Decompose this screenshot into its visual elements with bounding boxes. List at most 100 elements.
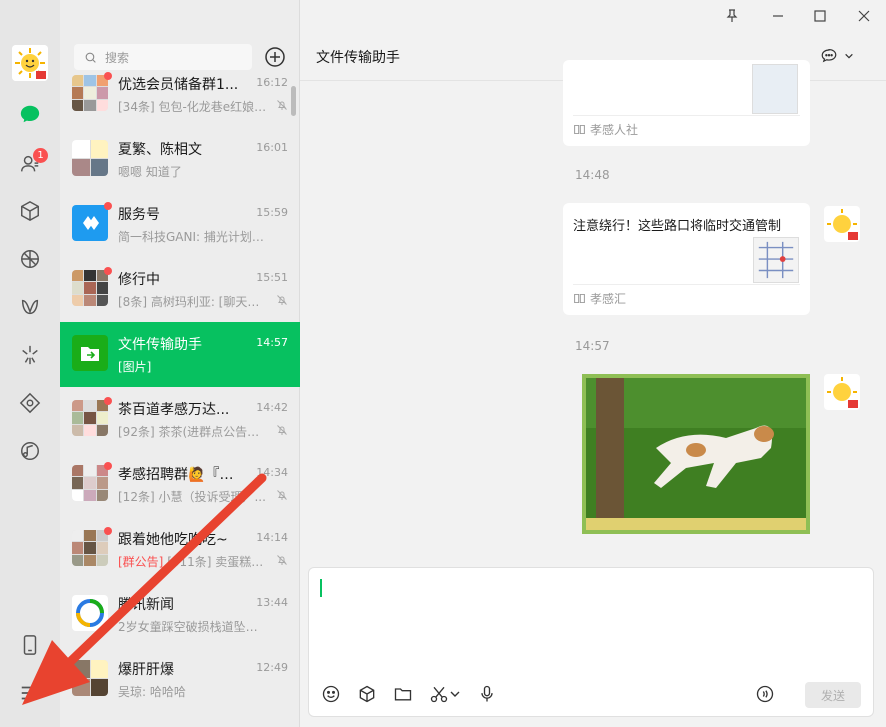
- unread-dot: [104, 267, 112, 275]
- unread-dot: [104, 397, 112, 405]
- my-avatar-small[interactable]: [824, 374, 860, 410]
- mini-programs-icon[interactable]: [15, 388, 45, 418]
- voice-call-icon[interactable]: [755, 684, 775, 704]
- conversation-items: 优选会员储备群1... 16:12 [34条] 包包-化龙巷e红娘: [... …: [60, 70, 300, 727]
- preview-rest: [511条] 卖蛋糕的...: [163, 555, 268, 569]
- list-item[interactable]: 优选会员储备群1... 16:12 [34条] 包包-化龙巷e红娘: [...: [60, 70, 300, 127]
- article-card[interactable]: 注意绕行！这些路口将临时交通管制 孝感汇: [563, 203, 810, 315]
- conversation-preview: [34条] 包包-化龙巷e红娘: [...: [118, 100, 268, 114]
- conversation-time: 12:49: [256, 661, 288, 674]
- conversation-preview: 吴琼: 哈哈哈: [118, 685, 186, 699]
- card-divider: [573, 284, 800, 285]
- conversation-preview: [8条] 高树玛利亚: [聊天记...: [118, 295, 268, 309]
- unread-dot: [104, 527, 112, 535]
- conversation-time: 14:34: [256, 466, 288, 479]
- search-placeholder: 搜索: [105, 50, 130, 65]
- list-item[interactable]: 爆肝肝爆 12:49 吴琼: 哈哈哈: [60, 647, 300, 712]
- music-icon[interactable]: [15, 436, 45, 466]
- chats-icon[interactable]: [15, 99, 45, 129]
- list-item[interactable]: 孝感招聘群🙋『掌... 14:34 [12条] 小慧（投诉受理）...: [60, 452, 300, 517]
- my-avatar-small[interactable]: [824, 206, 860, 242]
- article-source-name: 孝感人社: [590, 123, 639, 137]
- scissors-icon[interactable]: [429, 684, 449, 704]
- list-item-active[interactable]: 文件传输助手 14:57 [图片]: [60, 322, 300, 387]
- conversation-name: 服务号: [118, 207, 160, 223]
- conversation-name: 孝感招聘群🙋『掌...: [118, 467, 243, 483]
- pin-icon[interactable]: [724, 8, 740, 24]
- moments-icon[interactable]: [15, 244, 45, 274]
- search-icon: [85, 52, 96, 63]
- menu-dot: [38, 680, 46, 688]
- unread-dot: [104, 202, 112, 210]
- unread-dot: [104, 72, 112, 80]
- file-transfer-avatar: [72, 335, 108, 371]
- group-avatar: [72, 660, 108, 696]
- sent-image[interactable]: [582, 374, 810, 534]
- article-card[interactable]: 孝感人社: [563, 60, 810, 146]
- conversation-name: 文件传输助手: [118, 337, 202, 353]
- mute-icon: [277, 295, 287, 305]
- conversation-preview: [图片]: [118, 360, 152, 374]
- chevron-down-icon[interactable]: [449, 684, 461, 704]
- conversation-preview: 简一科技GANI: 捕光计划第二...: [118, 230, 268, 244]
- add-icon[interactable]: [263, 45, 287, 69]
- channels-icon[interactable]: [15, 292, 45, 322]
- conversation-name: 修行中: [118, 272, 160, 288]
- mute-icon: [277, 490, 287, 500]
- article-thumbnail: [752, 64, 798, 114]
- close-icon[interactable]: [856, 8, 872, 24]
- message-input[interactable]: 发送: [308, 567, 874, 717]
- list-scrollbar[interactable]: [291, 86, 296, 116]
- mute-icon: [277, 100, 287, 110]
- article-source: 孝感人社: [573, 121, 638, 138]
- message-timestamp: 14:57: [575, 339, 610, 353]
- conversation-time: 14:42: [256, 401, 288, 414]
- article-source-name: 孝感汇: [590, 292, 627, 306]
- list-item[interactable]: 腾讯新闻 13:44 2岁女童踩空破损栈道坠江,...: [60, 582, 300, 647]
- microphone-icon[interactable]: [477, 684, 497, 704]
- article-thumbnail: [753, 237, 799, 283]
- conversation-name: 爆肝肝爆: [118, 662, 174, 678]
- conversation-time: 14:57: [256, 336, 288, 349]
- list-item[interactable]: 服务号 15:59 简一科技GANI: 捕光计划第二...: [60, 192, 300, 257]
- nav-rail: 1: [0, 0, 60, 727]
- favorites-icon[interactable]: [15, 196, 45, 226]
- list-item[interactable]: 修行中 15:51 [8条] 高树玛利亚: [聊天记...: [60, 257, 300, 322]
- folder-icon[interactable]: [393, 684, 413, 704]
- emoji-icon[interactable]: [321, 684, 341, 704]
- group-notice-tag: [群公告]: [118, 555, 164, 569]
- chat-panel: 文件传输助手 孝感人社 14:48 注意绕行！这些路口将临时交通管制 孝感汇 1…: [300, 0, 886, 727]
- chevron-down-icon: [845, 53, 853, 59]
- conversation-name: 优选会员储备群1...: [118, 77, 239, 93]
- minimize-icon[interactable]: [770, 8, 786, 24]
- conversation-name: 腾讯新闻: [118, 597, 174, 613]
- unread-dot: [104, 462, 112, 470]
- chat-title: 文件传输助手: [316, 50, 400, 66]
- chat-bubble-icon: [821, 48, 837, 63]
- text-caret: [320, 579, 322, 597]
- chat-more-button[interactable]: [820, 47, 854, 65]
- group-avatar: [72, 400, 108, 436]
- mute-icon: [277, 425, 287, 435]
- conversation-name: 跟着她他吃吃吃~: [118, 532, 228, 548]
- conversation-time: 15:59: [256, 206, 288, 219]
- maximize-icon[interactable]: [812, 8, 828, 24]
- phone-icon[interactable]: [15, 630, 45, 660]
- conversation-time: 16:12: [256, 76, 288, 89]
- search-box[interactable]: 搜索: [74, 44, 252, 70]
- group-avatar: [72, 140, 108, 176]
- list-item[interactable]: 茶百道孝感万达... 14:42 [92条] 茶茶(进群点公告领...: [60, 387, 300, 452]
- favorites-send-icon[interactable]: [357, 684, 377, 704]
- conversation-preview: [12条] 小慧（投诉受理）...: [118, 490, 266, 504]
- search-feature-icon[interactable]: [15, 340, 45, 370]
- my-avatar[interactable]: [12, 45, 48, 81]
- list-item[interactable]: 夏繁、陈相文 16:01 嗯嗯 知道了: [60, 127, 300, 192]
- list-item[interactable]: 跟着她他吃吃吃~ 14:14 [群公告] [511条] 卖蛋糕的...: [60, 517, 300, 582]
- conversation-time: 16:01: [256, 141, 288, 154]
- conversation-preview: [92条] 茶茶(进群点公告领...: [118, 425, 268, 439]
- contacts-badge: 1: [33, 148, 48, 163]
- conversation-preview: 2岁女童踩空破损栈道坠江,...: [118, 620, 268, 634]
- send-button[interactable]: 发送: [805, 682, 861, 708]
- group-avatar: [72, 75, 108, 111]
- conversation-list: 搜索 优选会员储备群1... 16:12 [34条] 包包-化龙巷e红娘: [.…: [60, 0, 300, 727]
